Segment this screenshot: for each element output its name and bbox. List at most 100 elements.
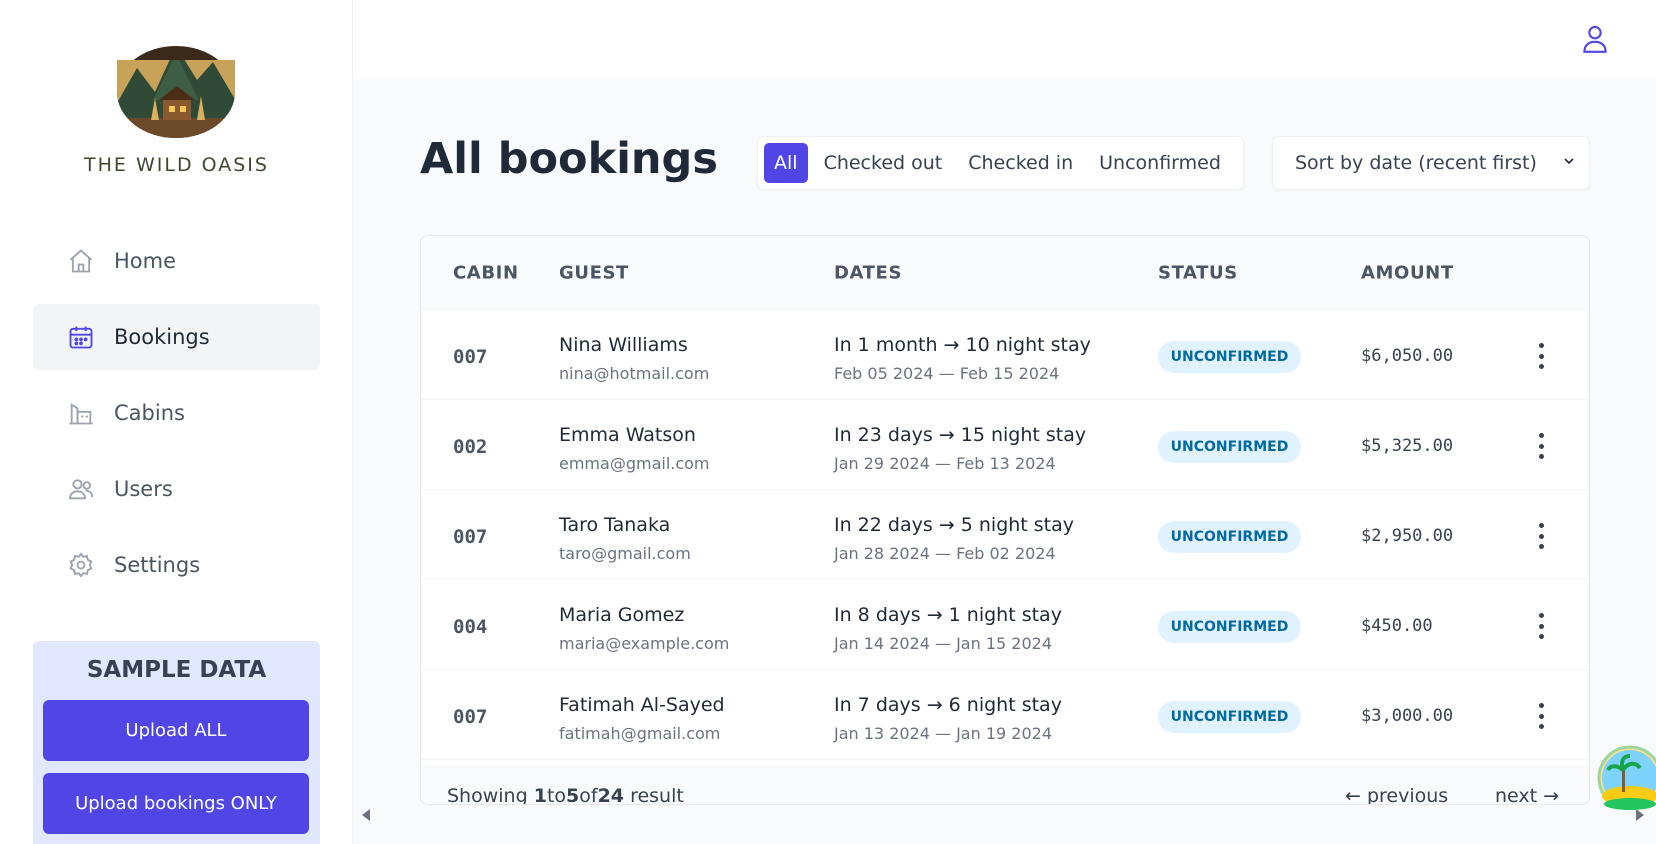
table-footer: Showing 1to5of24 result ← previous next …	[421, 765, 1589, 805]
stay-summary: In 7 days → 6 night stay	[834, 694, 1062, 716]
filter-checked-out[interactable]: Checked out	[814, 143, 953, 183]
scroll-left-icon[interactable]	[362, 809, 370, 821]
horizontal-scrollbar[interactable]	[353, 805, 1656, 825]
date-range: Jan 13 2024 — Jan 19 2024	[834, 724, 1052, 743]
table-row: 002 Emma Watson emma@gmail.com In 23 day…	[421, 400, 1589, 490]
sidebar-nav: Home Bookings Cabins Users Settings	[33, 228, 320, 608]
status-badge: UNCONFIRMED	[1158, 341, 1301, 373]
home-icon	[66, 246, 96, 276]
amount: $6,050.00	[1361, 346, 1454, 366]
status-badge: UNCONFIRMED	[1158, 431, 1301, 463]
sort-select-value: Sort by date (recent first)	[1295, 152, 1537, 174]
filter-unconfirmed[interactable]: Unconfirmed	[1089, 143, 1231, 183]
sample-data-title: SAMPLE DATA	[86, 657, 267, 683]
previous-page-button[interactable]: ← previous	[1345, 785, 1448, 804]
showing-of-word: of	[579, 785, 598, 805]
user-icon[interactable]	[1578, 22, 1612, 56]
row-menu-icon[interactable]	[1535, 433, 1547, 459]
sidebar-item-cabins[interactable]: Cabins	[33, 380, 320, 446]
date-range: Jan 14 2024 — Jan 15 2024	[834, 634, 1052, 653]
page-title: All bookings	[420, 134, 718, 184]
table-row: 007 Taro Tanaka taro@gmail.com In 22 day…	[421, 490, 1589, 580]
upload-bookings-button[interactable]: Upload bookings ONLY	[43, 773, 309, 834]
sidebar-item-label: Bookings	[114, 325, 210, 349]
header-dates: DATES	[834, 262, 903, 283]
sidebar-item-label: Home	[114, 249, 177, 273]
header-status: STATUS	[1158, 262, 1238, 283]
guest-name: Taro Tanaka	[559, 514, 671, 536]
gear-icon	[66, 550, 96, 580]
date-range: Feb 05 2024 — Feb 15 2024	[834, 364, 1060, 383]
sidebar: THE WILD OASIS Home Bookings Cabins User…	[0, 0, 353, 844]
status-badge: UNCONFIRMED	[1158, 701, 1301, 733]
sidebar-item-home[interactable]: Home	[33, 228, 320, 294]
showing-total: 24	[597, 785, 625, 805]
upload-all-button[interactable]: Upload ALL	[43, 700, 309, 761]
assistant-avatar-icon[interactable]	[1594, 744, 1656, 810]
cabins-icon	[66, 398, 96, 428]
showing-to-word: to	[546, 785, 567, 805]
guest-name: Nina Williams	[559, 334, 688, 356]
guest-name: Fatimah Al-Sayed	[559, 694, 725, 716]
date-range: Jan 28 2024 — Feb 02 2024	[834, 544, 1056, 563]
table-header: CABIN GUEST DATES STATUS AMOUNT	[421, 236, 1589, 310]
stay-summary: In 8 days → 1 night stay	[834, 604, 1062, 626]
header-cabin: CABIN	[453, 262, 519, 283]
guest-name: Maria Gomez	[559, 604, 685, 626]
next-page-button[interactable]: next →	[1495, 785, 1559, 804]
row-menu-icon[interactable]	[1535, 343, 1547, 369]
sidebar-item-label: Cabins	[114, 401, 185, 425]
status-badge: UNCONFIRMED	[1158, 611, 1301, 643]
booking-filter: All Checked out Checked in Unconfirmed	[757, 136, 1244, 190]
amount: $5,325.00	[1361, 436, 1454, 456]
guest-email: taro@gmail.com	[559, 544, 691, 563]
scroll-right-icon[interactable]	[1636, 809, 1644, 821]
date-range: Jan 29 2024 — Feb 13 2024	[834, 454, 1056, 473]
sort-select[interactable]: Sort by date (recent first)	[1272, 136, 1590, 190]
sidebar-item-users[interactable]: Users	[33, 456, 320, 522]
header-guest: GUEST	[559, 262, 629, 283]
cabin-number: 007	[453, 346, 488, 368]
row-menu-icon[interactable]	[1535, 523, 1547, 549]
amount: $2,950.00	[1361, 526, 1454, 546]
row-menu-icon[interactable]	[1535, 613, 1547, 639]
calendar-icon	[66, 322, 96, 352]
table-row: 007 Fatimah Al-Sayed fatimah@gmail.com I…	[421, 670, 1589, 760]
stay-summary: In 23 days → 15 night stay	[834, 424, 1087, 446]
users-icon	[66, 474, 96, 504]
cabin-number: 007	[453, 706, 488, 728]
header	[353, 0, 1656, 79]
header-amount: AMOUNT	[1361, 262, 1454, 283]
showing-suffix: result	[630, 785, 684, 805]
cabin-number: 007	[453, 526, 488, 548]
sample-data-panel: SAMPLE DATA Upload ALL Upload bookings O…	[33, 641, 320, 844]
guest-email: maria@example.com	[559, 634, 730, 653]
amount: $3,000.00	[1361, 706, 1454, 726]
stay-summary: In 22 days → 5 night stay	[834, 514, 1075, 536]
showing-prefix: Showing	[447, 785, 528, 805]
guest-email: fatimah@gmail.com	[559, 724, 721, 743]
filter-all[interactable]: All	[764, 143, 808, 183]
cabin-number: 004	[453, 616, 488, 638]
showing-to: 5	[566, 785, 580, 805]
brand-name: THE WILD OASIS	[84, 154, 269, 176]
pagination-summary: Showing 1to5of24 result	[447, 785, 684, 805]
bookings-table: CABIN GUEST DATES STATUS AMOUNT 007 Nina…	[420, 235, 1590, 805]
amount: $450.00	[1361, 616, 1433, 636]
guest-name: Emma Watson	[559, 424, 696, 446]
cabin-number: 002	[453, 436, 488, 458]
sidebar-item-settings[interactable]: Settings	[33, 532, 320, 598]
sidebar-item-label: Settings	[114, 553, 201, 577]
guest-email: nina@hotmail.com	[559, 364, 710, 383]
sidebar-item-label: Users	[114, 477, 173, 501]
sidebar-item-bookings[interactable]: Bookings	[33, 304, 320, 370]
guest-email: emma@gmail.com	[559, 454, 710, 473]
table-row: 004 Maria Gomez maria@example.com In 8 d…	[421, 580, 1589, 670]
stay-summary: In 1 month → 10 night stay	[834, 334, 1091, 356]
filter-checked-in[interactable]: Checked in	[958, 143, 1083, 183]
table-row: 007 Nina Williams nina@hotmail.com In 1 …	[421, 310, 1589, 400]
showing-from: 1	[533, 785, 547, 805]
status-badge: UNCONFIRMED	[1158, 521, 1301, 553]
row-menu-icon[interactable]	[1535, 703, 1547, 729]
chevron-down-icon	[1561, 152, 1577, 174]
